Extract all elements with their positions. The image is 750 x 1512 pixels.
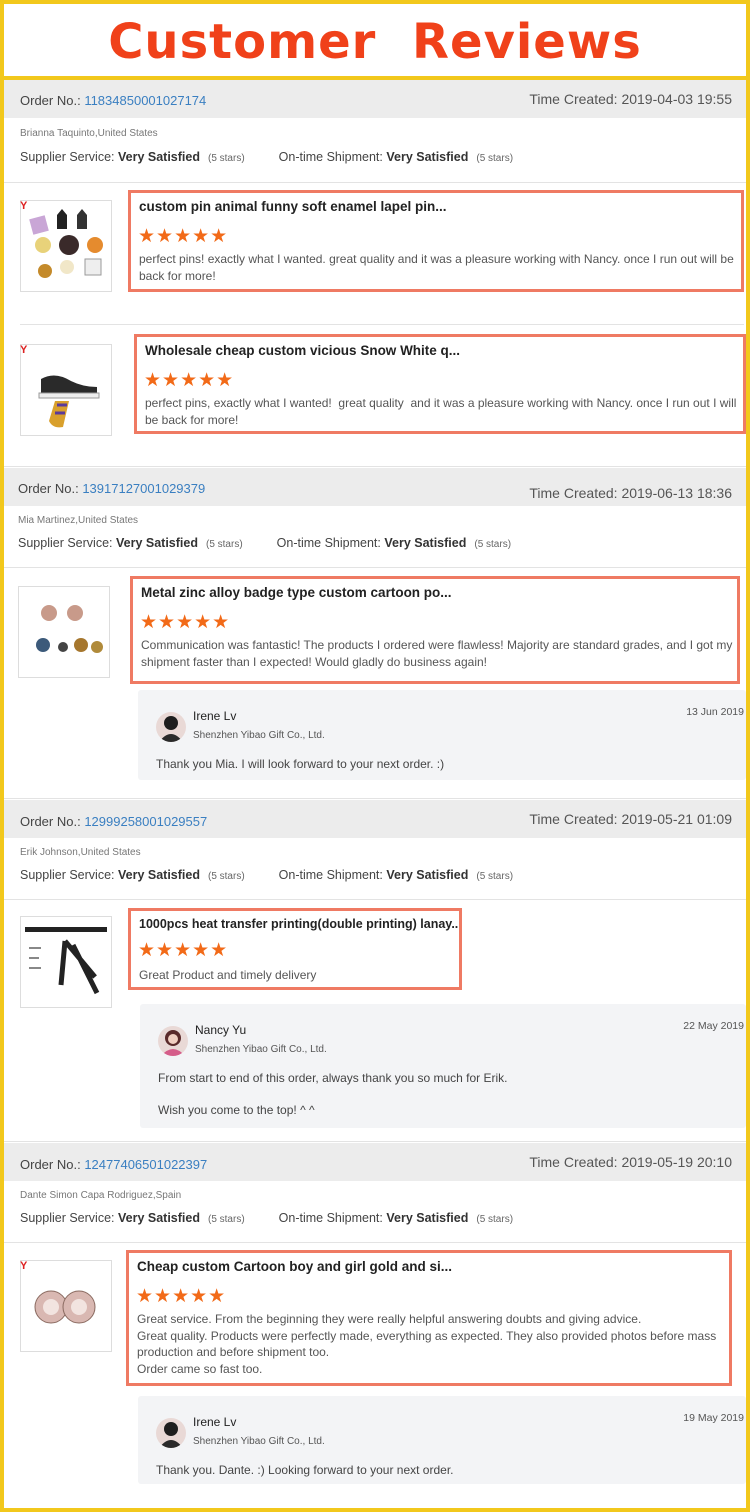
reply-date: 19 May 2019 (683, 1412, 744, 1424)
divider (4, 1141, 746, 1142)
product-title[interactable]: Wholesale cheap custom vicious Snow Whit… (145, 343, 460, 358)
lanyard-image (25, 927, 107, 995)
review-card: 1000pcs heat transfer printing(double pr… (128, 908, 462, 990)
avatar (156, 712, 186, 742)
reply-message: Thank you Mia. I will look forward to yo… (156, 757, 445, 771)
review-card: custom pin animal funny soft enamel lape… (128, 190, 744, 292)
divider (20, 324, 744, 325)
review-text: perfect pins, exactly what I wanted! gre… (145, 396, 740, 427)
product-thumbnail[interactable]: Y (20, 200, 112, 292)
watermark-icon: Y (20, 1260, 28, 1272)
avatar (156, 1418, 186, 1448)
review-text: perfect pins! exactly what I wanted. gre… (139, 252, 738, 283)
supplier-reply: Irene Lv Shenzhen Yibao Gift Co., Ltd. 1… (138, 690, 746, 780)
time-created: Time Created: 2019-06-13 18:36 (529, 485, 732, 501)
review-card: Wholesale cheap custom vicious Snow Whit… (134, 334, 746, 434)
star-rating: ★★★★★ (138, 940, 229, 961)
reply-company: Shenzhen Yibao Gift Co., Ltd. (193, 1436, 325, 1447)
order-number: Order No.: 11834850001027174 (20, 93, 207, 108)
product-thumbnail[interactable] (18, 586, 110, 678)
reply-message: Thank you. Dante. :) Looking forward to … (156, 1463, 454, 1477)
divider (4, 1242, 746, 1243)
star-rating: ★★★★★ (144, 370, 235, 391)
review-text: Great service. From the beginning they w… (137, 1312, 717, 1376)
service-ratings: Supplier Service: Very Satisfied (5 stars… (20, 868, 514, 882)
review-text: Great Product and timely delivery (139, 968, 317, 982)
time-created: Time Created: 2019-04-03 19:55 (529, 91, 732, 107)
watermark-icon: Y (20, 344, 28, 356)
reply-author: Nancy Yu (195, 1023, 247, 1037)
reply-date: 13 Jun 2019 (686, 706, 744, 718)
reply-message: From start to end of this order, always … (158, 1071, 508, 1117)
reply-company: Shenzhen Yibao Gift Co., Ltd. (193, 730, 325, 741)
product-thumbnail[interactable] (20, 916, 112, 1008)
banner: Customer Reviews (4, 4, 746, 80)
buyer-name: Mia Martinez,United States (18, 515, 139, 526)
time-created: Time Created: 2019-05-21 01:09 (529, 811, 732, 827)
order-header: Order No.: 12999258001029557 Time Create… (4, 800, 746, 838)
divider (4, 899, 746, 900)
buyer-name: Erik Johnson,United States (20, 847, 141, 858)
star-rating: ★★★★★ (138, 226, 229, 247)
review-card: Metal zinc alloy badge type custom carto… (130, 576, 740, 684)
time-created: Time Created: 2019-05-19 20:10 (529, 1154, 732, 1170)
order-header: Order No.: 13917127001029379 Time Create… (4, 468, 746, 506)
avatar (158, 1026, 188, 1056)
enamel-pins-image (29, 209, 103, 278)
reply-company: Shenzhen Yibao Gift Co., Ltd. (195, 1044, 327, 1055)
divider (4, 182, 746, 183)
zinc-badge-image (36, 605, 103, 653)
order-number-link[interactable]: 13917127001029379 (82, 481, 205, 496)
review-card: Cheap custom Cartoon boy and girl gold a… (126, 1250, 732, 1386)
product-title[interactable]: custom pin animal funny soft enamel lape… (139, 199, 447, 214)
cartoon-pin-image (34, 1290, 96, 1324)
reply-author: Irene Lv (193, 709, 237, 723)
divider (4, 466, 746, 467)
page-frame: Customer Reviews Order No.: 118348500010… (0, 0, 750, 1512)
order-number: Order No.: 13917127001029379 (18, 481, 206, 496)
product-thumbnail[interactable]: Y (20, 344, 112, 436)
buyer-name: Dante Simon Capa Rodriguez,Spain (20, 1190, 182, 1201)
supplier-reply: Irene Lv Shenzhen Yibao Gift Co., Ltd. 1… (138, 1396, 746, 1484)
product-title[interactable]: 1000pcs heat transfer printing(double pr… (139, 917, 459, 931)
service-ratings: Supplier Service: Very Satisfied (5 stars… (20, 150, 514, 164)
order-header: Order No.: 11834850001027174 Time Create… (4, 80, 746, 118)
supplier-reply: Nancy Yu Shenzhen Yibao Gift Co., Ltd. 2… (140, 1004, 746, 1128)
sneaker-pin-image (38, 375, 100, 428)
page-title: Customer Reviews (108, 14, 642, 70)
reply-date: 22 May 2019 (683, 1020, 744, 1032)
product-thumbnail[interactable]: Y (20, 1260, 112, 1352)
service-ratings: Supplier Service: Very Satisfied (5 stars… (18, 536, 512, 550)
order-number: Order No.: 12999258001029557 (20, 814, 208, 829)
divider (4, 798, 746, 799)
product-title[interactable]: Cheap custom Cartoon boy and girl gold a… (137, 1259, 452, 1274)
order-number-link[interactable]: 11834850001027174 (84, 93, 206, 108)
reply-author: Irene Lv (193, 1415, 237, 1429)
review-text: Communication was fantastic! The product… (141, 638, 736, 669)
order-header: Order No.: 12477406501022397 Time Create… (4, 1143, 746, 1181)
star-rating: ★★★★★ (140, 612, 231, 633)
order-number-link[interactable]: 12999258001029557 (84, 814, 207, 829)
divider (4, 567, 746, 568)
service-ratings: Supplier Service: Very Satisfied (5 stars… (20, 1211, 514, 1225)
order-number: Order No.: 12477406501022397 (20, 1157, 208, 1172)
product-title[interactable]: Metal zinc alloy badge type custom carto… (141, 585, 452, 600)
order-number-link[interactable]: 12477406501022397 (84, 1157, 207, 1172)
star-rating: ★★★★★ (136, 1286, 227, 1307)
watermark-icon: Y (20, 200, 28, 212)
buyer-name: Brianna Taquinto,United States (20, 128, 158, 139)
